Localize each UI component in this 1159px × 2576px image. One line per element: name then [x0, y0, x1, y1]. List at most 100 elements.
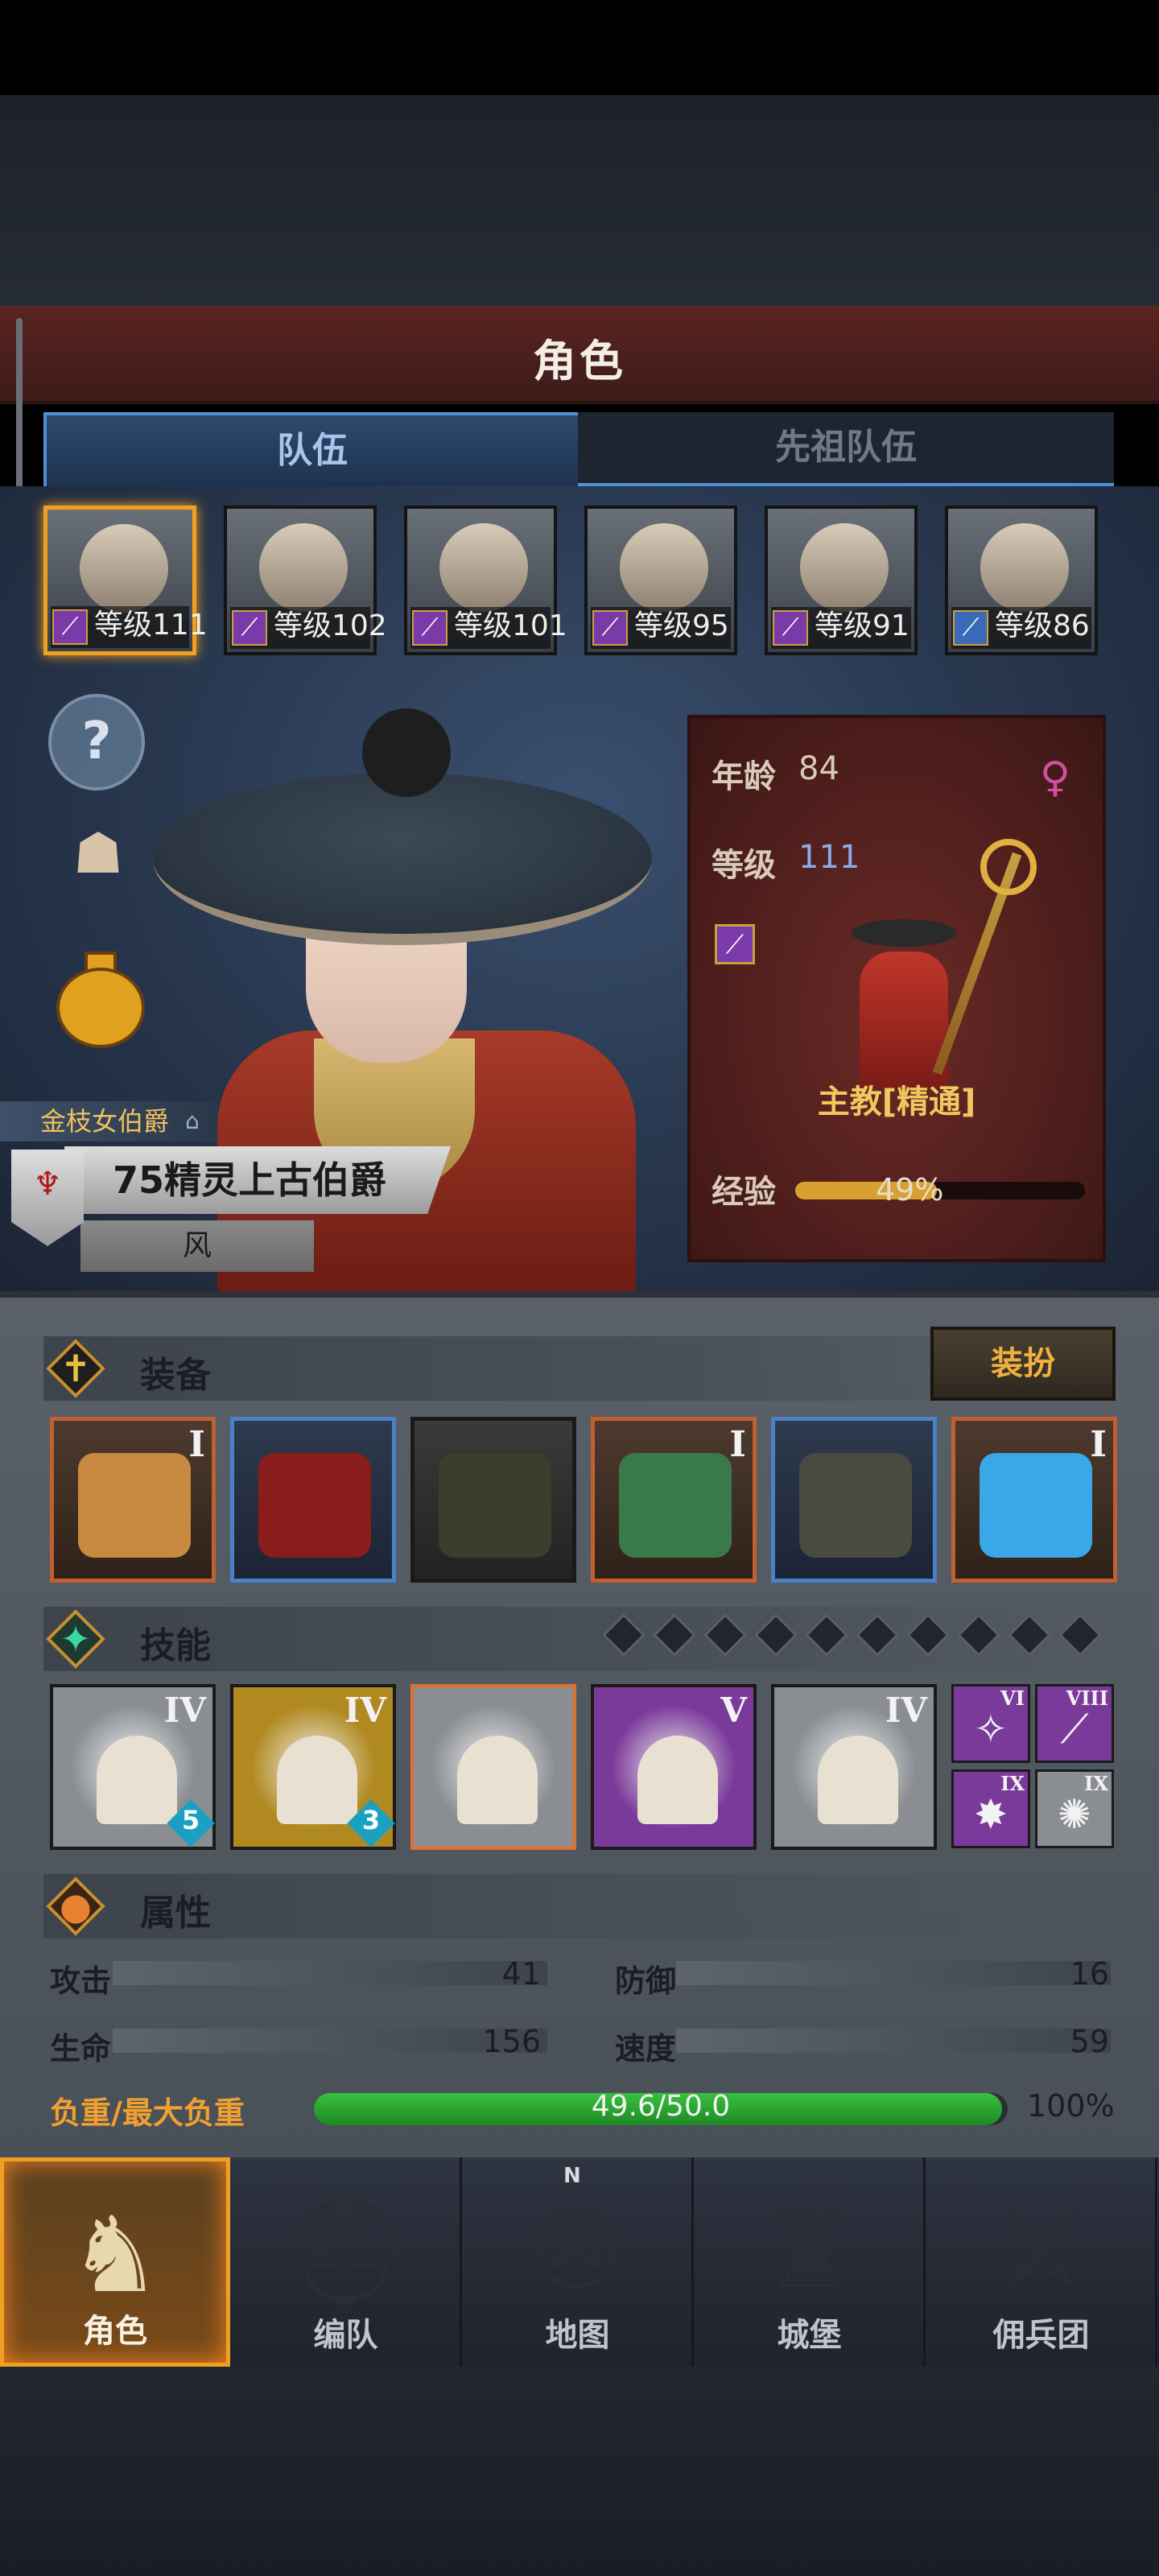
equip-slot-amulet[interactable]: I	[951, 1417, 1117, 1583]
hood-icon	[439, 1453, 551, 1558]
member-level: 等级95	[634, 609, 729, 642]
nav-compass[interactable]: ✇ 地图	[464, 2157, 694, 2367]
wand-icon: ⟋	[412, 610, 448, 646]
member-face	[620, 523, 708, 612]
mercenary-icon: ⚔	[994, 2190, 1088, 2312]
equip-slot-staff[interactable]: I	[50, 1417, 216, 1583]
member-face	[800, 523, 889, 612]
defense-label: 防御	[615, 1963, 677, 1999]
skill-figure-icon	[818, 1736, 898, 1824]
speed-label: 速度	[615, 2031, 677, 2066]
mini-skill-rank: VI	[1000, 1686, 1025, 1710]
hat	[153, 773, 652, 945]
portrait-icon[interactable]: ☗	[60, 815, 137, 892]
body-icon: ●	[43, 1874, 108, 1938]
wand-icon: ⟋	[232, 610, 267, 646]
scroll-indicator[interactable]	[16, 318, 23, 511]
boots-icon	[799, 1453, 912, 1558]
nav-label: 角色	[83, 2313, 147, 2350]
member-level: 等级91	[815, 609, 909, 642]
attack-value: 41	[501, 1956, 541, 1992]
sword-icon: ⟋	[953, 610, 988, 646]
party-portraits: ⟋ 等级111 ⟋ 等级102 ⟋ 等级101 ⟋ 等级95 ⟋ 等级91 ⟋ 等级86	[43, 506, 1114, 658]
skill-gem-icon	[602, 1613, 645, 1657]
bishop-hat	[852, 919, 956, 947]
equip-slot-tome[interactable]	[230, 1417, 396, 1583]
load-label: 负重/最大负重	[50, 2095, 245, 2131]
nav-label: 佣兵团	[992, 2317, 1090, 2354]
mini-skill-4[interactable]: ✺ IX	[1035, 1769, 1114, 1848]
exp-percent: 49%	[876, 1172, 944, 1208]
potion-body	[56, 968, 145, 1048]
party-member-3[interactable]: ⟋ 等级101	[404, 506, 567, 655]
party-member-5[interactable]: ⟋ 等级91	[765, 506, 918, 655]
noble-title: 75精灵上古伯爵	[64, 1146, 451, 1214]
potion-icon[interactable]	[56, 952, 145, 1048]
tome-icon	[258, 1453, 371, 1558]
load-value: 49.6/50.0	[591, 2090, 731, 2123]
party-member-1[interactable]: ⟋ 等级111	[43, 506, 208, 655]
skill-gem-icon	[856, 1613, 899, 1657]
equip-slot-boots[interactable]	[771, 1417, 937, 1583]
party-member-2[interactable]: ⟋ 等级102	[224, 506, 387, 655]
mini-skill-3[interactable]: ✸ IX	[951, 1769, 1030, 1848]
member-face	[259, 523, 348, 612]
mini-skill-glyph: ✧	[974, 1706, 1008, 1752]
party-member-4[interactable]: ⟋ 等级95	[584, 506, 737, 655]
helmet-icon: ⛑	[278, 2190, 413, 2312]
skill-count: 5	[181, 1805, 200, 1835]
class-name: 主教[精通]	[817, 1084, 976, 1121]
tab-team[interactable]: 队伍	[43, 412, 581, 489]
skill-gem-icon	[957, 1613, 1000, 1657]
skill-rank: IV	[163, 1690, 206, 1730]
skill-gem-icon	[1058, 1613, 1102, 1657]
skill-slot-5[interactable]: IV	[771, 1684, 937, 1850]
exp-label: 经验	[711, 1174, 776, 1211]
skill-gem-icon	[805, 1613, 848, 1657]
page-title: 角色	[533, 336, 626, 386]
wand-icon: ⟋	[592, 610, 628, 646]
attributes-header: ● 属性	[43, 1874, 1114, 1938]
star-icon: ✦	[43, 1607, 108, 1671]
skill-gem-icon	[703, 1613, 747, 1657]
tab-ancestor-team[interactable]: 先祖队伍	[578, 412, 1114, 486]
hp-value: 156	[482, 2024, 541, 2059]
background-bottom	[0, 2367, 1159, 2576]
skill-slot-1[interactable]: IV 5	[50, 1684, 216, 1850]
knight-icon: ♞	[68, 2194, 163, 2316]
mini-skill-glyph: ✺	[1058, 1791, 1091, 1838]
party-member-6[interactable]: ⟋ 等级86	[945, 506, 1098, 655]
skill-slot-2[interactable]: IV 3	[230, 1684, 396, 1850]
wand-icon: ⟋	[715, 924, 755, 964]
crest-icon: ♆	[11, 1150, 84, 1246]
help-icon[interactable]: ?	[48, 694, 145, 791]
mini-skill-1[interactable]: ✧ VI	[951, 1684, 1030, 1763]
wand-icon: ⟋	[52, 609, 88, 645]
bottom-nav: ♞ 角色 ⛑ 编队 ✇ 地图 ♜ 城堡 ⚔ 佣兵团	[0, 2157, 1159, 2367]
equip-slot-hood[interactable]	[410, 1417, 576, 1583]
skill-slot-3[interactable]	[410, 1684, 576, 1850]
dress-up-button[interactable]: 装扮	[930, 1327, 1116, 1401]
mini-skill-2[interactable]: ⟋ VIII	[1035, 1684, 1114, 1763]
member-face	[980, 523, 1069, 612]
wand-icon: ⟋	[773, 610, 808, 646]
skill-rank: IV	[344, 1690, 386, 1730]
skill-figure-icon	[97, 1736, 177, 1824]
status-bar	[0, 0, 1159, 95]
member-level: 等级86	[995, 609, 1090, 642]
load-percent: 100%	[1027, 2088, 1115, 2124]
skill-slot-4[interactable]: V	[591, 1684, 757, 1850]
member-level: 等级102	[274, 609, 387, 642]
nav-castle[interactable]: ♜ 城堡	[695, 2157, 926, 2367]
nav-mercenary[interactable]: ⚔ 佣兵团	[927, 2157, 1157, 2367]
age-label: 年龄	[711, 758, 776, 795]
female-icon: ♀	[1039, 753, 1070, 802]
equip-rank: I	[188, 1424, 205, 1465]
mini-skill-rank: IX	[1084, 1772, 1108, 1795]
attack-label: 攻击	[50, 1963, 112, 1999]
nav-helmet[interactable]: ⛑ 编队	[232, 2157, 462, 2367]
nav-knight[interactable]: ♞ 角色	[0, 2157, 230, 2367]
mini-skill-rank: VIII	[1066, 1686, 1108, 1710]
equip-slot-armor[interactable]: I	[591, 1417, 757, 1583]
skill-gem-icon	[653, 1613, 696, 1657]
